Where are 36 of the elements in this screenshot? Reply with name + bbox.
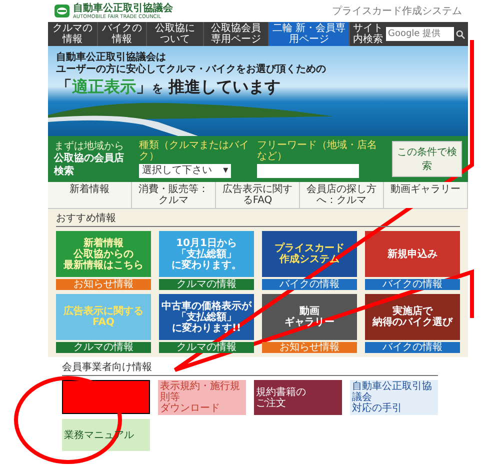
menu-tab[interactable]: 広告表示に関するFAQ: [216, 182, 300, 208]
section-heading: おすすめ情報: [56, 212, 460, 227]
field-label: 種類（クルマまたはバイク）: [139, 140, 250, 162]
logo-icon: [54, 4, 70, 18]
hero-text: ユーザーの方に安心してクルマ・バイクをお選び頂くための: [56, 64, 327, 76]
hero-slogan: 「適正表示」を 推進しています: [56, 76, 282, 98]
category-label: お知らせ情報: [262, 342, 357, 353]
category-label: お知らせ情報: [56, 279, 151, 290]
keyword-field[interactable]: [256, 164, 359, 178]
search-icon[interactable]: [456, 30, 465, 38]
search-field[interactable]: Google 提供: [386, 27, 454, 41]
category-label: バイクの情報: [365, 279, 460, 290]
member-banner[interactable]: 規約書籍の ご注文: [254, 380, 342, 415]
type-select[interactable]: 選択して下さい ▾: [139, 164, 232, 178]
menu-tab[interactable]: 動画ギャラリー: [384, 182, 468, 208]
search-button[interactable]: この条件で検索: [392, 141, 462, 177]
nav-item[interactable]: 二輪 新・会員専用ページ: [268, 22, 350, 46]
field-label: フリーワード（地域・店名など）: [256, 140, 378, 162]
category-label: クルマの情報: [159, 342, 254, 353]
search-band-subtitle: まずは地域から: [54, 140, 125, 152]
site-search-label: サイト内検索: [352, 23, 384, 45]
header-link[interactable]: プライスカード作成システム: [332, 4, 462, 18]
category-label: クルマの情報: [159, 279, 254, 290]
menu-tab[interactable]: 消費・販売等：クルマ: [132, 182, 216, 208]
section-heading: 会員事業者向け情報: [62, 361, 438, 376]
category-label: バイクの情報: [262, 279, 357, 290]
category-label: クルマの情報: [56, 342, 151, 353]
menu-tab[interactable]: 新着情報: [48, 182, 132, 208]
menu-tab[interactable]: 会員店の探し方へ：クルマ: [300, 182, 384, 208]
category-label: バイクの情報: [365, 342, 460, 353]
info-tile[interactable]: 新規申込み: [365, 231, 460, 277]
info-tile[interactable]: 実施店で 納得のバイク選び: [365, 294, 460, 340]
search-band-title: 公取協の会員店検索: [54, 152, 125, 178]
hero-text: 自動車公正取引協議会は: [56, 52, 167, 63]
logo-title[interactable]: 自動車公正取引協議会: [73, 2, 173, 14]
member-banner[interactable]: 自動車公正取引協議会 対応の手引: [350, 380, 438, 415]
